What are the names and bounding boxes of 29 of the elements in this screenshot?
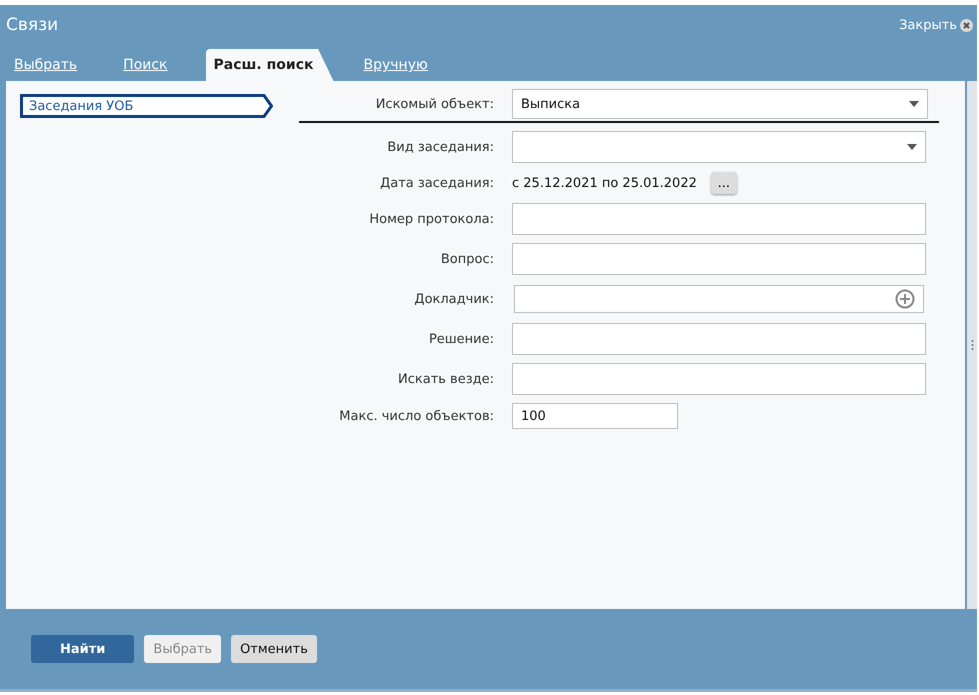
field-label: Вид заседания:: [386, 140, 495, 154]
input-field[interactable]: 100: [512, 403, 678, 429]
dropdown-field[interactable]: Выписка: [512, 89, 928, 119]
splitter-handle[interactable]: [967, 81, 977, 609]
input-field[interactable]: [512, 363, 926, 395]
field-label: Номер протокола:: [368, 212, 495, 226]
action-button[interactable]: Отменить: [231, 635, 317, 663]
input-field[interactable]: [512, 323, 926, 355]
field-label: Искать везде:: [397, 372, 495, 386]
field-label: Дата заседания:: [379, 176, 495, 190]
input-field[interactable]: [512, 203, 926, 235]
date-picker-button[interactable]: ...: [710, 172, 737, 194]
window-title: Связи: [6, 15, 58, 35]
dropdown-caret-icon[interactable]: [909, 101, 919, 107]
input-field[interactable]: [514, 285, 924, 313]
field-label: Искомый объект:: [374, 96, 495, 112]
dropdown-field[interactable]: [512, 131, 926, 163]
tab[interactable]: Расш. поиск: [206, 49, 334, 81]
date-range: с 25.12.2021 по 25.01.2022: [512, 176, 697, 190]
field-label: Докладчик:: [413, 292, 495, 306]
field-label: Вопрос:: [440, 252, 495, 266]
sidebar-item[interactable]: Заседания УОБ: [20, 94, 274, 118]
dropdown-caret-icon[interactable]: [907, 144, 917, 150]
close-icon[interactable]: [960, 18, 973, 32]
field-label: Макс. число объектов:: [338, 408, 495, 424]
input-field[interactable]: [512, 243, 926, 275]
add-icon[interactable]: [895, 289, 915, 309]
action-button[interactable]: Найти: [31, 635, 134, 663]
field-label: Решение:: [428, 332, 495, 346]
